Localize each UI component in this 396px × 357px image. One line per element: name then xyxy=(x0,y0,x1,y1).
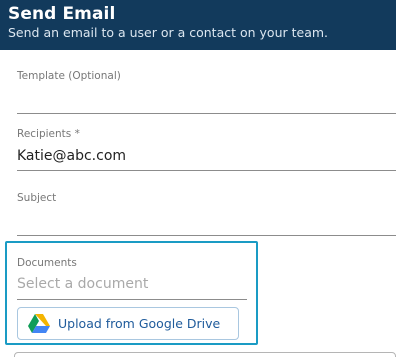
subject-underline xyxy=(17,235,396,236)
recipients-value[interactable]: Katie@abc.com xyxy=(17,148,126,164)
template-field[interactable]: Template (Optional) xyxy=(17,70,396,115)
dialog-subtitle: Send an email to a user or a contact on … xyxy=(8,25,329,40)
upload-google-drive-button[interactable]: Upload from Google Drive xyxy=(17,307,239,340)
template-underline xyxy=(17,113,396,114)
documents-field[interactable]: Documents Select a document xyxy=(17,257,247,302)
next-field-edge xyxy=(14,352,396,357)
template-label: Template (Optional) xyxy=(17,70,121,82)
send-email-dialog: Send Email Send an email to a user or a … xyxy=(0,0,396,357)
subject-label: Subject xyxy=(17,192,57,204)
subject-field[interactable]: Subject xyxy=(17,192,396,237)
recipients-underline xyxy=(17,170,396,171)
google-drive-icon xyxy=(28,314,50,334)
recipients-label: Recipients * xyxy=(17,128,80,140)
documents-underline xyxy=(17,299,247,300)
upload-google-drive-label: Upload from Google Drive xyxy=(58,316,221,331)
dialog-header: Send Email Send an email to a user or a … xyxy=(0,0,396,50)
recipients-field[interactable]: Recipients * Katie@abc.com xyxy=(17,128,396,172)
documents-label: Documents xyxy=(17,257,77,269)
documents-select[interactable]: Select a document xyxy=(17,276,148,292)
dialog-title: Send Email xyxy=(8,4,116,24)
